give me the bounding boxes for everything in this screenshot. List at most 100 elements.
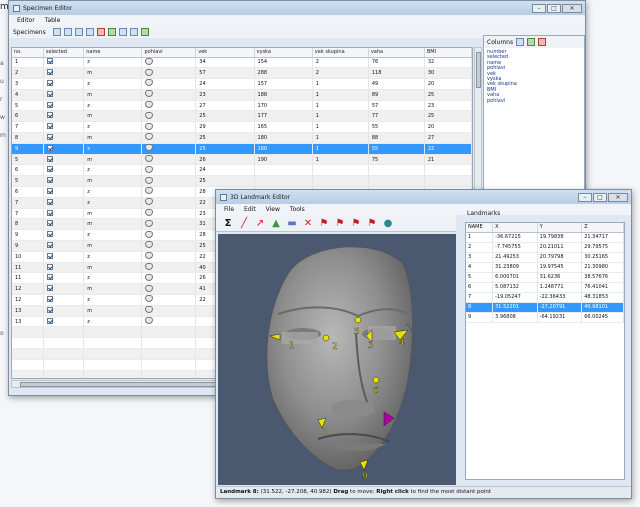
table-cell[interactable] — [43, 89, 85, 101]
table-row[interactable]: 1 z 34 154 2 76 32 — [12, 57, 472, 69]
save-icon[interactable] — [74, 28, 83, 36]
column-header[interactable]: no. — [12, 48, 44, 58]
plane-icon[interactable]: ▬ — [286, 217, 298, 229]
close-button[interactable]: ✕ — [608, 192, 628, 202]
table-cell[interactable] — [43, 175, 85, 188]
face-thumbnail-icon[interactable] — [145, 295, 154, 303]
table-cell[interactable] — [43, 132, 85, 144]
table-cell[interactable] — [43, 57, 85, 69]
selected-checkbox[interactable] — [46, 306, 53, 313]
landmark-column-header[interactable]: X — [492, 223, 538, 233]
selected-checkbox[interactable] — [46, 155, 53, 162]
landmark-row[interactable]: 8 31.52201 -27.20791 40.98101 — [466, 302, 624, 313]
selected-checkbox[interactable] — [46, 166, 53, 173]
face-thumbnail-icon[interactable] — [145, 198, 154, 206]
face-thumbnail-icon[interactable] — [145, 101, 154, 109]
landmark-marker-9[interactable]: 9 — [359, 459, 369, 482]
face-thumbnail-icon[interactable] — [145, 252, 154, 260]
table-cell[interactable] — [43, 100, 85, 112]
table-cell[interactable] — [43, 251, 85, 263]
table-row[interactable]: 6 m 25 177 1 77 25 — [12, 110, 472, 123]
remove-icon[interactable] — [96, 28, 105, 36]
selected-checkbox[interactable] — [46, 252, 53, 259]
flag3-icon[interactable]: ⚑ — [350, 217, 362, 229]
table-cell[interactable] — [43, 110, 85, 123]
face-thumbnail-icon[interactable] — [145, 68, 154, 76]
new-icon[interactable] — [52, 28, 61, 36]
menu-edit[interactable]: Edit — [244, 206, 256, 213]
column-header[interactable]: vaha — [368, 48, 425, 58]
face-thumbnail-icon[interactable] — [145, 144, 154, 152]
landmark-row[interactable]: 7 -19.05247 -22.36433 48.31853 — [466, 292, 624, 303]
table-cell[interactable] — [43, 326, 85, 339]
table-row[interactable]: 9 z 25 160 1 55 22 — [12, 143, 472, 155]
selected-checkbox[interactable] — [46, 220, 53, 227]
landmark-column-header[interactable]: NAME — [466, 223, 494, 233]
table-row[interactable]: 2 m 57 288 2 118 30 — [12, 67, 472, 80]
column-header[interactable]: name — [83, 48, 143, 58]
face-thumbnail-icon[interactable] — [145, 57, 154, 65]
column-header[interactable]: BMI — [424, 48, 472, 58]
face-thumbnail-icon[interactable] — [145, 90, 154, 98]
face-thumbnail-icon[interactable] — [145, 273, 154, 281]
add-icon[interactable] — [107, 28, 116, 36]
face-thumbnail-icon[interactable] — [145, 133, 154, 141]
face-thumbnail-icon[interactable] — [145, 284, 154, 292]
column-header[interactable]: vyska — [254, 48, 313, 58]
landmark-marker-6[interactable]: 6 — [372, 376, 380, 396]
landmark-row[interactable]: 2 -7.745755 20.21011 29.79575 — [466, 242, 624, 253]
selected-checkbox[interactable] — [46, 274, 53, 281]
selected-checkbox[interactable] — [46, 79, 53, 86]
landmark-row[interactable]: 9 3.96808 -64.19231 66.00245 — [466, 312, 624, 323]
minimize-button[interactable]: – — [578, 192, 592, 202]
face-thumbnail-icon[interactable] — [145, 219, 154, 227]
face-thumbnail-icon[interactable] — [145, 230, 154, 238]
landmark-column-header[interactable]: Z — [581, 223, 624, 233]
table-cell[interactable] — [43, 67, 85, 80]
selected-checkbox[interactable] — [46, 69, 53, 76]
table-cell[interactable] — [43, 305, 85, 317]
column-header[interactable]: selected — [43, 48, 85, 58]
table-cell[interactable] — [43, 121, 85, 134]
face-thumbnail-icon[interactable] — [145, 317, 154, 325]
face-thumbnail-icon[interactable] — [145, 176, 154, 184]
table-cell[interactable] — [43, 283, 85, 296]
flag-icon[interactable]: ⚑ — [318, 217, 330, 229]
selected-checkbox[interactable] — [46, 198, 53, 205]
table-row[interactable]: 5 z 27 170 1 57 23 — [12, 100, 472, 112]
delete-icon[interactable]: ✕ — [302, 217, 314, 229]
column-header[interactable]: pohlavi — [141, 48, 197, 58]
selected-checkbox[interactable] — [46, 187, 53, 194]
triangle-icon[interactable]: ▲ — [270, 217, 282, 229]
selected-checkbox[interactable] — [46, 285, 53, 292]
table-cell[interactable] — [43, 272, 85, 285]
arrow-icon[interactable]: ↗ — [254, 217, 266, 229]
selected-checkbox[interactable] — [46, 144, 53, 151]
face-thumbnail-icon[interactable] — [145, 111, 154, 119]
column-header[interactable]: vek skupina — [312, 48, 369, 58]
face-thumbnail-icon[interactable] — [145, 187, 154, 195]
table-cell[interactable] — [43, 337, 85, 350]
face-thumbnail-icon[interactable] — [145, 165, 154, 173]
minimize-button[interactable]: – — [532, 3, 546, 13]
table-cell[interactable] — [43, 186, 85, 198]
landmark-row[interactable]: 6 5.087132 1.248771 76.41041 — [466, 282, 624, 293]
landmark-editor-titlebar[interactable]: 3D Landmark Editor – □ ✕ — [216, 190, 631, 204]
selected-checkbox[interactable] — [46, 317, 53, 324]
column-add-icon[interactable] — [516, 38, 525, 46]
face-thumbnail-icon[interactable] — [145, 263, 154, 271]
menu-view[interactable]: View — [266, 206, 280, 213]
landmark-row[interactable]: 5 6.000701 31.6236 38.57676 — [466, 272, 624, 283]
line-icon[interactable]: ╱ — [238, 217, 250, 229]
scroll-thumb[interactable] — [476, 52, 481, 88]
specimen-editor-titlebar[interactable]: Specimen Editor – □ ✕ — [9, 1, 585, 15]
table-cell[interactable] — [43, 294, 85, 306]
column-edit-icon[interactable] — [527, 38, 536, 46]
table-cell[interactable] — [43, 154, 85, 166]
face-thumbnail-icon[interactable] — [145, 209, 154, 217]
3d-viewport[interactable]: 1 2 3 4 5 6 7 9 — [218, 234, 456, 485]
table-cell[interactable] — [43, 262, 85, 274]
open-icon[interactable] — [63, 28, 72, 36]
close-button[interactable]: ✕ — [562, 3, 582, 13]
table-row[interactable]: 4 m 23 188 1 89 25 — [12, 89, 472, 101]
